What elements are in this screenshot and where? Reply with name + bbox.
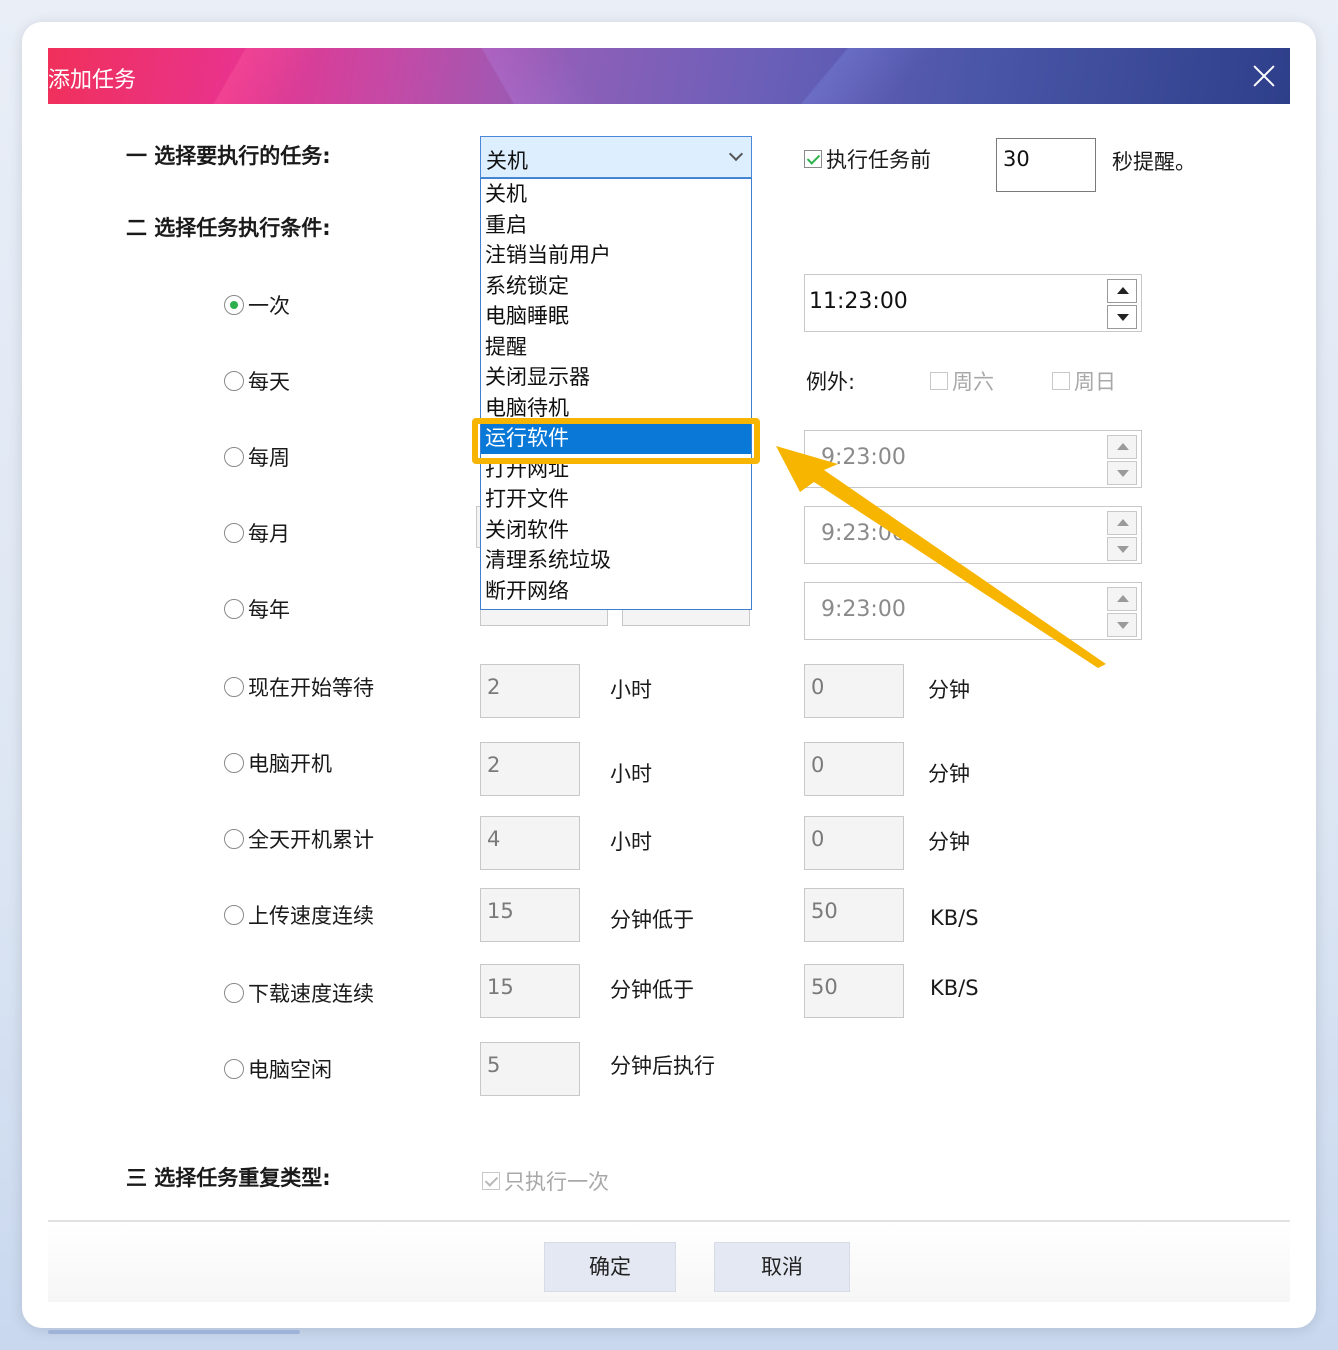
once-only-checkbox[interactable]: 只执行一次 [482,1166,609,1196]
checkbox-icon[interactable] [482,1172,500,1190]
spin-down-icon[interactable] [1107,613,1137,637]
saturday-checkbox[interactable]: 周六 [930,366,994,396]
radio-wait[interactable]: 现在开始等待 [224,672,374,702]
spin-down-icon[interactable] [1107,537,1137,561]
task-dropdown-list: 关机 重启 注销当前用户 系统锁定 电脑睡眠 提醒 关闭显示器 电脑待机 运行软… [480,178,752,610]
spin-down-icon[interactable] [1107,461,1137,485]
wait-minutes-input[interactable]: 0 [804,664,904,718]
radio-icon[interactable] [224,371,244,391]
monthly-time-picker[interactable]: 9:23:00 [804,506,1142,564]
spin-up-icon[interactable] [1107,435,1137,459]
radio-icon[interactable] [224,677,244,697]
radio-boot[interactable]: 电脑开机 [224,748,332,778]
upload-speed-input[interactable]: 50 [804,888,904,942]
dropdown-item[interactable]: 电脑待机 [481,393,751,424]
radio-weekly[interactable]: 每周 [224,442,290,472]
dropdown-item[interactable]: 清理系统垃圾 [481,545,751,576]
checkbox-icon[interactable] [804,150,822,168]
radio-icon[interactable] [224,983,244,1003]
boot-minutes-unit: 分钟 [928,762,970,786]
dropdown-item[interactable]: 断开网络 [481,576,751,607]
radio-icon[interactable] [224,905,244,925]
upload-minutes-input[interactable]: 15 [480,888,580,942]
download-speed-unit: KB/S [930,976,979,1000]
cumulative-minutes-input[interactable]: 0 [804,816,904,870]
upload-speed-unit: KB/S [930,906,979,930]
dropdown-item[interactable]: 关闭软件 [481,515,751,546]
cumulative-minutes-unit: 分钟 [928,830,970,854]
spin-down-icon[interactable] [1107,305,1137,329]
radio-download[interactable]: 下载速度连续 [224,978,374,1008]
task-section-label: 一 选择要执行的任务: [126,144,331,168]
cancel-button[interactable]: 取消 [714,1242,850,1292]
spin-up-icon[interactable] [1107,587,1137,611]
weekly-time-picker[interactable]: 9:23:00 [804,430,1142,488]
remind-checkbox[interactable]: 执行任务前 [804,144,931,174]
dropdown-item-selected[interactable]: 运行软件 [481,423,751,454]
checkbox-icon[interactable] [1052,372,1070,390]
boot-hours-unit: 小时 [610,762,652,786]
download-minutes-input[interactable]: 15 [480,964,580,1018]
spin-up-icon[interactable] [1107,511,1137,535]
upload-minutes-unit: 分钟低于 [610,908,694,932]
dropdown-item[interactable]: 注销当前用户 [481,240,751,271]
radio-icon[interactable] [224,447,244,467]
close-icon[interactable] [1248,60,1280,92]
checkbox-icon[interactable] [930,372,948,390]
scroll-indicator [48,1330,300,1334]
dialog-title: 添加任务 [48,68,137,93]
boot-minutes-input[interactable]: 0 [804,742,904,796]
dropdown-item[interactable]: 打开文件 [481,484,751,515]
dropdown-item[interactable]: 打开网址 [481,454,751,485]
radio-icon[interactable] [224,295,244,315]
dropdown-item[interactable]: 重启 [481,210,751,241]
radio-upload[interactable]: 上传速度连续 [224,900,374,930]
radio-monthly[interactable]: 每月 [224,518,290,548]
task-select[interactable]: 关机 [480,136,752,178]
repeat-section-label: 三 选择任务重复类型: [126,1166,331,1190]
spin-up-icon[interactable] [1107,279,1137,303]
radio-cumulative[interactable]: 全天开机累计 [224,824,374,854]
dropdown-item[interactable]: 关闭显示器 [481,362,751,393]
condition-section-label: 二 选择任务执行条件: [126,216,331,240]
idle-minutes-unit: 分钟后执行 [610,1054,715,1078]
add-task-dialog: 添加任务 一 选择要执行的任务: 执行任务前 30 秒提醒。 二 选择任务执行条… [48,48,1290,1302]
radio-icon[interactable] [224,753,244,773]
exception-label: 例外: [806,370,856,394]
wait-minutes-unit: 分钟 [928,678,970,702]
dropdown-item[interactable]: 关机 [481,179,751,210]
download-speed-input[interactable]: 50 [804,964,904,1018]
boot-hours-input[interactable]: 2 [480,742,580,796]
dropdown-item[interactable]: 提醒 [481,332,751,363]
dropdown-item[interactable]: 系统锁定 [481,271,751,302]
sunday-checkbox[interactable]: 周日 [1052,366,1116,396]
download-minutes-unit: 分钟低于 [610,978,694,1002]
dropdown-item[interactable]: 电脑睡眠 [481,301,751,332]
radio-icon[interactable] [224,829,244,849]
ok-button[interactable]: 确定 [544,1242,676,1292]
wait-hours-unit: 小时 [610,678,652,702]
radio-daily[interactable]: 每天 [224,366,290,396]
cumulative-hours-input[interactable]: 4 [480,816,580,870]
once-time-picker[interactable]: 11:23:00 [804,274,1142,332]
cumulative-hours-unit: 小时 [610,830,652,854]
radio-icon[interactable] [224,1059,244,1079]
chevron-down-icon[interactable] [728,146,744,162]
radio-yearly[interactable]: 每年 [224,594,290,624]
wait-hours-input[interactable]: 2 [480,664,580,718]
title-bar: 添加任务 [48,48,1290,104]
idle-minutes-input[interactable]: 5 [480,1042,580,1096]
radio-idle[interactable]: 电脑空闲 [224,1054,332,1084]
radio-icon[interactable] [224,599,244,619]
radio-icon[interactable] [224,523,244,543]
radio-once[interactable]: 一次 [224,290,290,320]
remind-seconds-input[interactable]: 30 [996,138,1096,192]
yearly-time-picker[interactable]: 9:23:00 [804,582,1142,640]
remind-suffix: 秒提醒。 [1112,150,1196,174]
